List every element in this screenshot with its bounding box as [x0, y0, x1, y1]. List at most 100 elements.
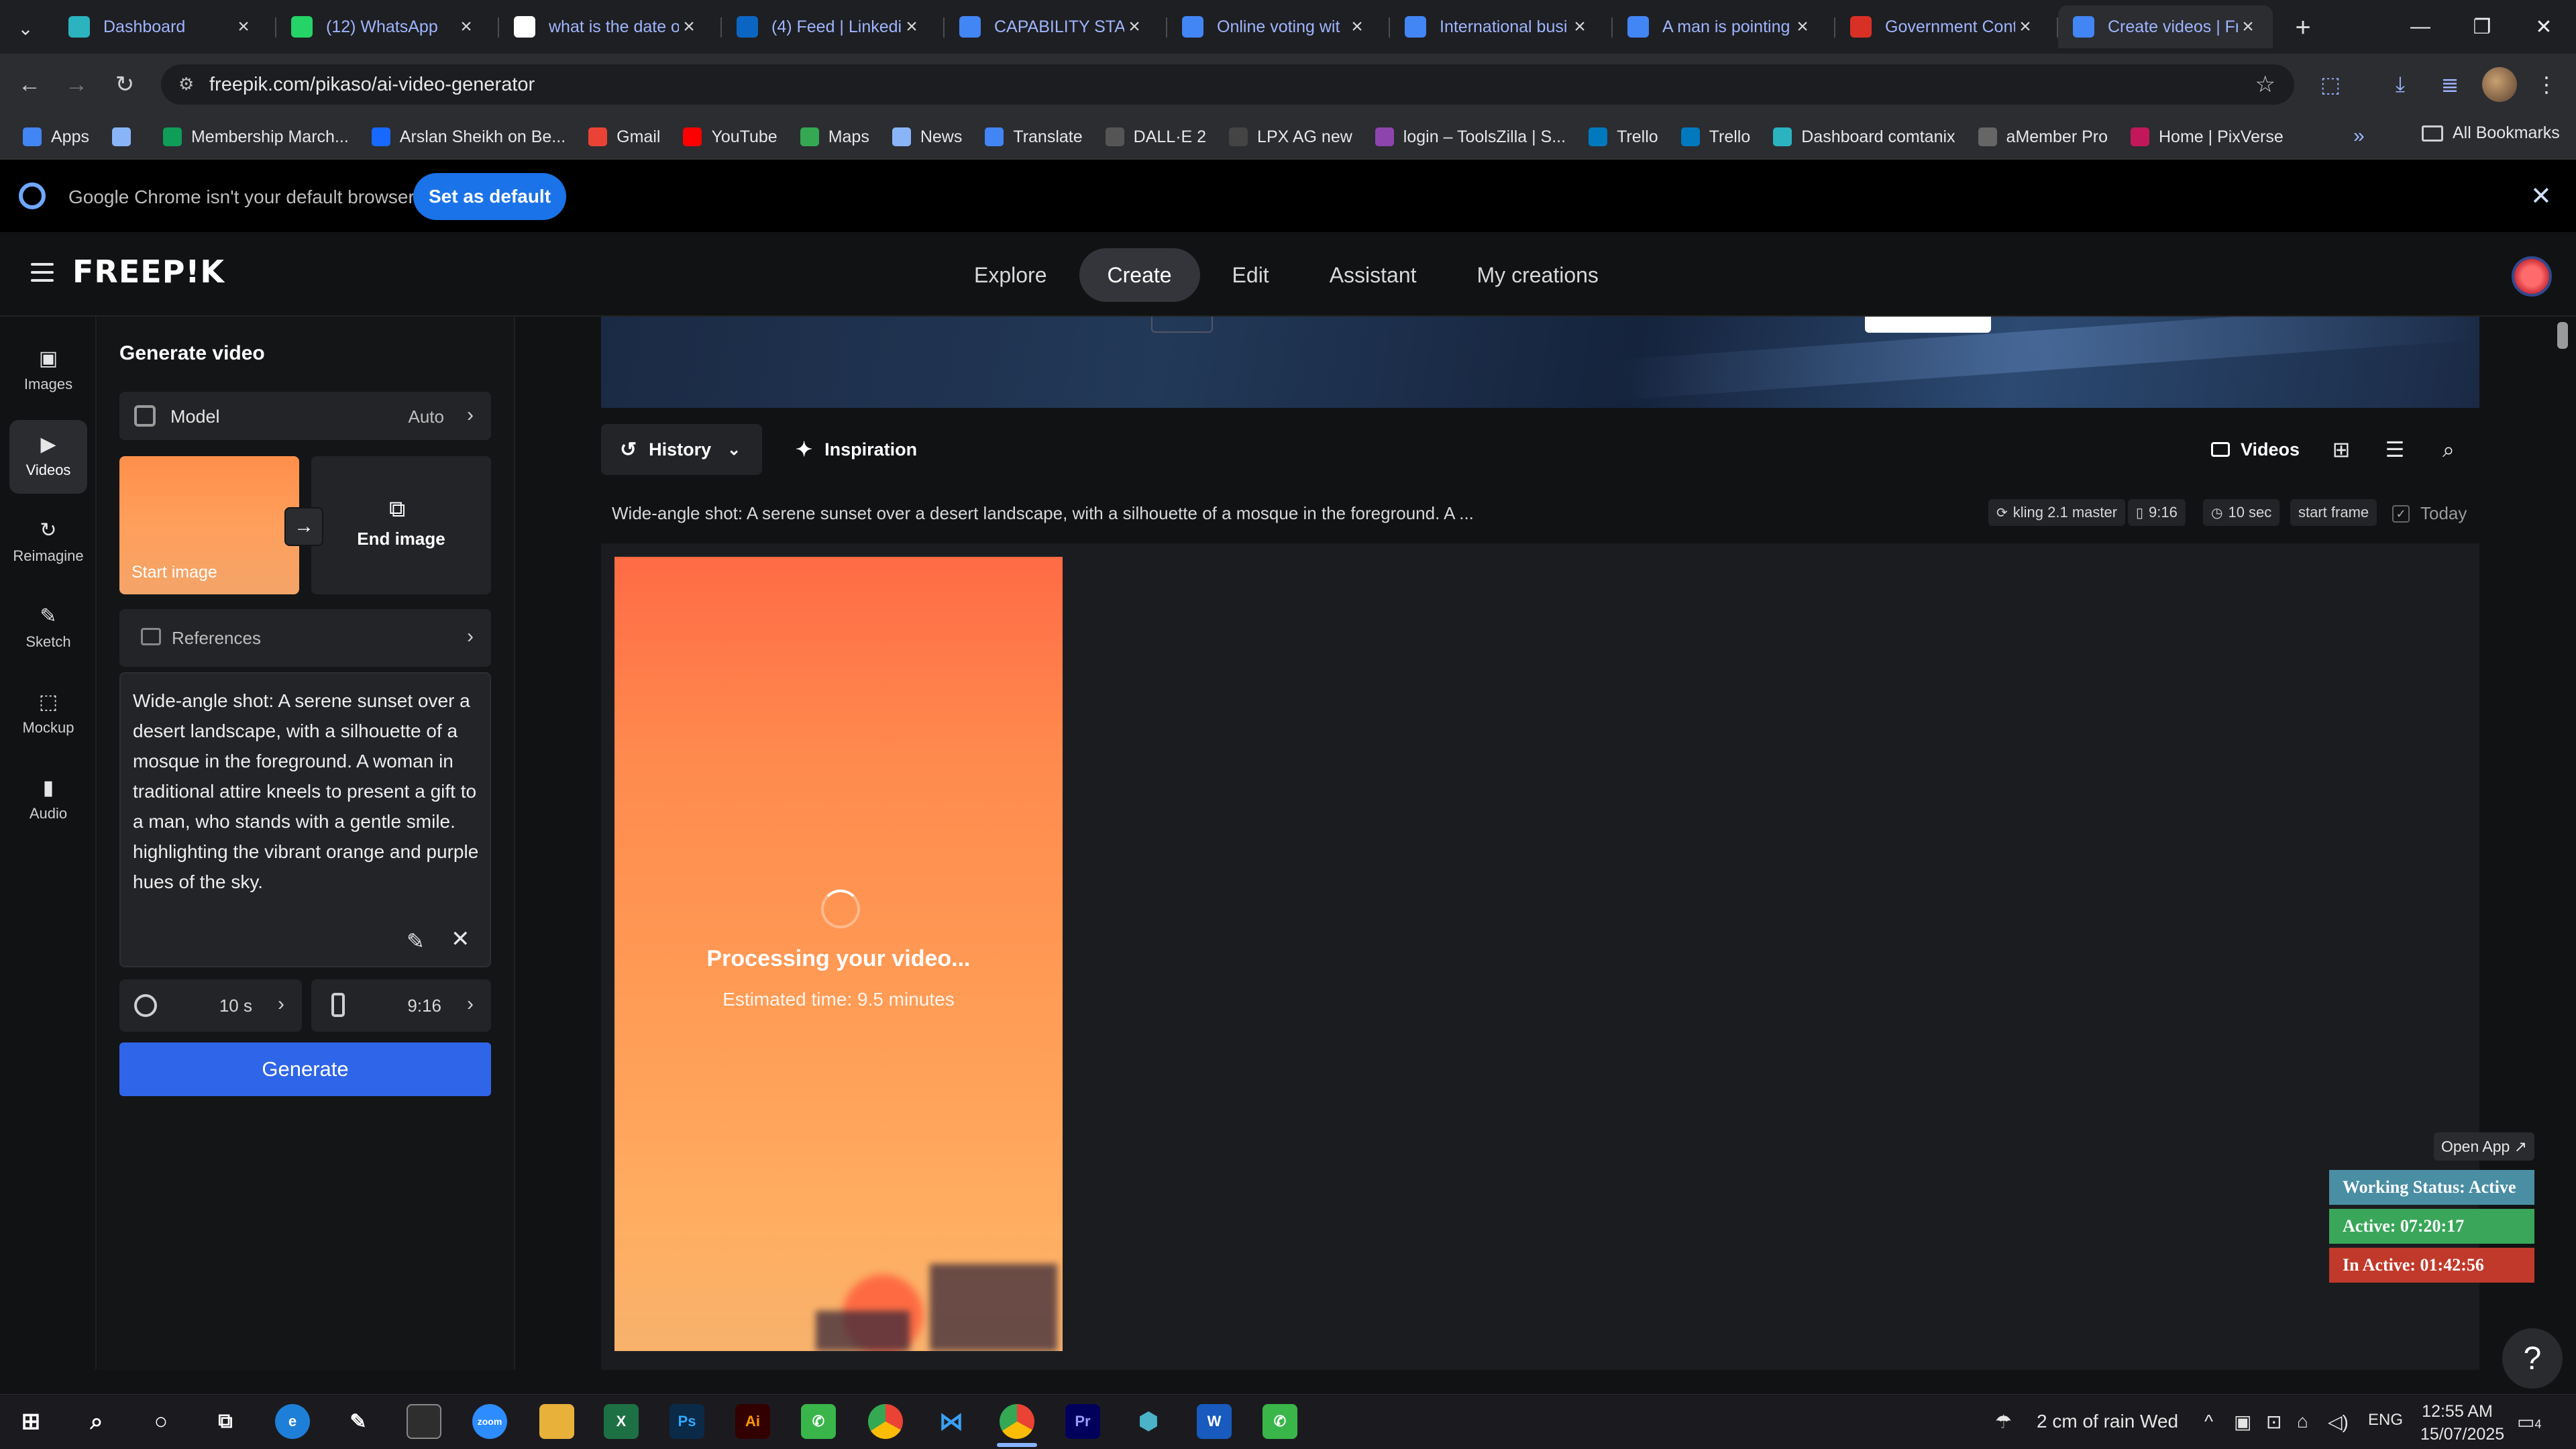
- photoshop-icon[interactable]: Ps: [669, 1404, 704, 1439]
- references-selector[interactable]: References ›: [119, 609, 491, 667]
- banner-cta-button[interactable]: [1865, 317, 1991, 333]
- browser-tab[interactable]: Online voting wit ×: [1167, 5, 1382, 48]
- bookmark-item[interactable]: [111, 127, 140, 146]
- help-icon[interactable]: ?: [2502, 1328, 2563, 1389]
- search-icon[interactable]: ⌕: [2436, 437, 2461, 462]
- task-view-icon[interactable]: ⧉: [208, 1404, 243, 1439]
- site-info-icon[interactable]: ⚙: [178, 74, 200, 95]
- checkbox-icon[interactable]: ✓: [2392, 504, 2410, 523]
- tab-close-icon[interactable]: ×: [679, 15, 699, 38]
- chrome-active-icon[interactable]: [1000, 1404, 1034, 1439]
- rail-item-videos[interactable]: ▶ Videos: [9, 420, 87, 494]
- browser-tab[interactable]: Create videos | Fr ×: [2058, 5, 2273, 48]
- freepik-logo[interactable]: FREEP!K: [72, 254, 225, 290]
- search-icon[interactable]: ⌕: [79, 1404, 114, 1439]
- bookmark-item[interactable]: DALL·E 2: [1105, 127, 1206, 147]
- tab-close-icon[interactable]: ×: [233, 15, 254, 38]
- nav-edit[interactable]: Edit: [1204, 248, 1297, 302]
- promo-banner[interactable]: [601, 317, 2479, 408]
- bookmark-item[interactable]: aMember Pro: [1978, 127, 2108, 147]
- bookmark-item[interactable]: Trello: [1680, 127, 1750, 147]
- notification-center-icon[interactable]: ▭4: [2517, 1411, 2541, 1433]
- bookmark-item[interactable]: Gmail: [588, 127, 660, 147]
- restore-icon[interactable]: ❐: [2451, 0, 2513, 54]
- browser-tab[interactable]: Government Cont ×: [1835, 5, 2050, 48]
- rail-item-mockup[interactable]: ⬚ Mockup: [9, 678, 87, 751]
- user-avatar[interactable]: [2512, 256, 2552, 297]
- nav-assistant[interactable]: Assistant: [1301, 248, 1445, 302]
- browser-tab[interactable]: (4) Feed | Linkedin ×: [722, 5, 936, 48]
- forward-icon[interactable]: →: [59, 67, 94, 102]
- tab-close-icon[interactable]: ×: [1570, 15, 1590, 38]
- start-image-slot[interactable]: Start image: [119, 456, 299, 594]
- nav-my-creations[interactable]: My creations: [1449, 248, 1627, 302]
- greenapp-icon[interactable]: ✆: [801, 1404, 836, 1439]
- chrome-profile-avatar[interactable]: [2482, 67, 2517, 102]
- bookmark-item[interactable]: Home | PixVerse: [2131, 127, 2284, 147]
- browser-tab[interactable]: Dashboard ×: [54, 5, 268, 48]
- end-image-slot[interactable]: ⧉ End image: [311, 456, 491, 594]
- extensions-icon[interactable]: ⬚: [2313, 67, 2348, 102]
- bookmark-star-icon[interactable]: ☆: [2255, 71, 2275, 98]
- zoom-icon[interactable]: zoom: [472, 1404, 507, 1439]
- bookmark-item[interactable]: Arslan Sheikh on Be...: [371, 127, 566, 147]
- address-bar[interactable]: ⚙ freepik.com/pikaso/ai-video-generator …: [161, 64, 2294, 105]
- model-selector[interactable]: Model Auto ›: [119, 392, 491, 440]
- weather-text[interactable]: 2 cm of rain Wed: [2037, 1411, 2178, 1432]
- duration-selector[interactable]: 10 s ›: [119, 979, 302, 1032]
- word-icon[interactable]: W: [1197, 1404, 1232, 1439]
- greenapp2-icon[interactable]: ✆: [1263, 1404, 1297, 1439]
- network-icon[interactable]: ⌂: [2297, 1411, 2308, 1432]
- tab-close-icon[interactable]: ×: [1347, 15, 1367, 38]
- videos-filter[interactable]: Videos: [2211, 424, 2300, 475]
- browser-tab[interactable]: A man is pointing ×: [1613, 5, 1827, 48]
- new-tab-button[interactable]: +: [2286, 11, 2320, 44]
- swap-arrow-icon[interactable]: →: [284, 507, 323, 546]
- bookmark-item[interactable]: Membership March...: [162, 127, 349, 147]
- weather-icon[interactable]: ☂: [1995, 1411, 2012, 1433]
- pen-icon[interactable]: ✎: [341, 1404, 376, 1439]
- bookmark-item[interactable]: LPX AG new: [1229, 127, 1352, 147]
- aspect-ratio-selector[interactable]: 9:16 ›: [311, 979, 491, 1032]
- windows-start-icon[interactable]: ⊞: [13, 1404, 48, 1439]
- all-bookmarks-button[interactable]: All Bookmarks: [2422, 123, 2560, 143]
- tray-meet-icon[interactable]: ▣: [2234, 1411, 2251, 1433]
- illustrator-icon[interactable]: Ai: [735, 1404, 770, 1439]
- browser-tab[interactable]: CAPABILITY STATE×: [945, 5, 1159, 48]
- tab-close-icon[interactable]: ×: [1792, 15, 1813, 38]
- today-filter[interactable]: ✓ Today: [2392, 503, 2467, 524]
- chrome-menu-icon[interactable]: ⋮: [2529, 67, 2564, 102]
- edge-icon[interactable]: e: [275, 1404, 310, 1439]
- bookmark-item[interactable]: News: [892, 127, 962, 147]
- clear-prompt-icon[interactable]: ✕: [451, 926, 470, 953]
- grid-view-icon[interactable]: ⊞: [2329, 437, 2353, 462]
- infobar-close-icon[interactable]: ✕: [2530, 181, 2552, 211]
- premiere-icon[interactable]: Pr: [1065, 1404, 1100, 1439]
- file-explorer-icon[interactable]: [539, 1404, 574, 1439]
- browser-tab[interactable]: (12) WhatsApp ×: [276, 5, 491, 48]
- nav-explore[interactable]: Explore: [946, 248, 1075, 302]
- volume-icon[interactable]: ◁): [2328, 1411, 2349, 1433]
- bookmark-item[interactable]: Apps: [23, 127, 89, 147]
- excel-icon[interactable]: X: [604, 1404, 639, 1439]
- tray-display-icon[interactable]: ⊡: [2266, 1411, 2282, 1433]
- bookmark-item[interactable]: Translate: [985, 127, 1083, 147]
- inspiration-tab[interactable]: ✦ Inspiration: [796, 424, 917, 475]
- tab-close-icon[interactable]: ×: [2015, 15, 2035, 38]
- rail-item-images[interactable]: ▣ Images: [9, 334, 87, 408]
- hex-app-icon[interactable]: ⬢: [1131, 1404, 1166, 1439]
- minimize-icon[interactable]: —: [2390, 0, 2451, 54]
- bookmark-item[interactable]: login – ToolsZilla | S...: [1375, 127, 1566, 147]
- open-app-button[interactable]: Open App ↗: [2434, 1132, 2534, 1161]
- tab-close-icon[interactable]: ×: [2238, 15, 2258, 38]
- page-scrollbar[interactable]: [2557, 322, 2568, 349]
- tab-close-icon[interactable]: ×: [456, 15, 476, 38]
- tab-close-icon[interactable]: ×: [1124, 15, 1144, 38]
- bookmark-item[interactable]: Dashboard comtanix: [1773, 127, 1955, 147]
- bookmark-item[interactable]: YouTube: [683, 127, 777, 147]
- tab-search-chevron-icon[interactable]: ⌄: [9, 12, 42, 44]
- nav-create[interactable]: Create: [1079, 248, 1200, 302]
- tab-close-icon[interactable]: ×: [902, 15, 922, 38]
- prompt-text[interactable]: Wide-angle shot: A serene sunset over a …: [133, 686, 482, 897]
- rail-item-reimagine[interactable]: ↻ Reimagine: [9, 506, 87, 580]
